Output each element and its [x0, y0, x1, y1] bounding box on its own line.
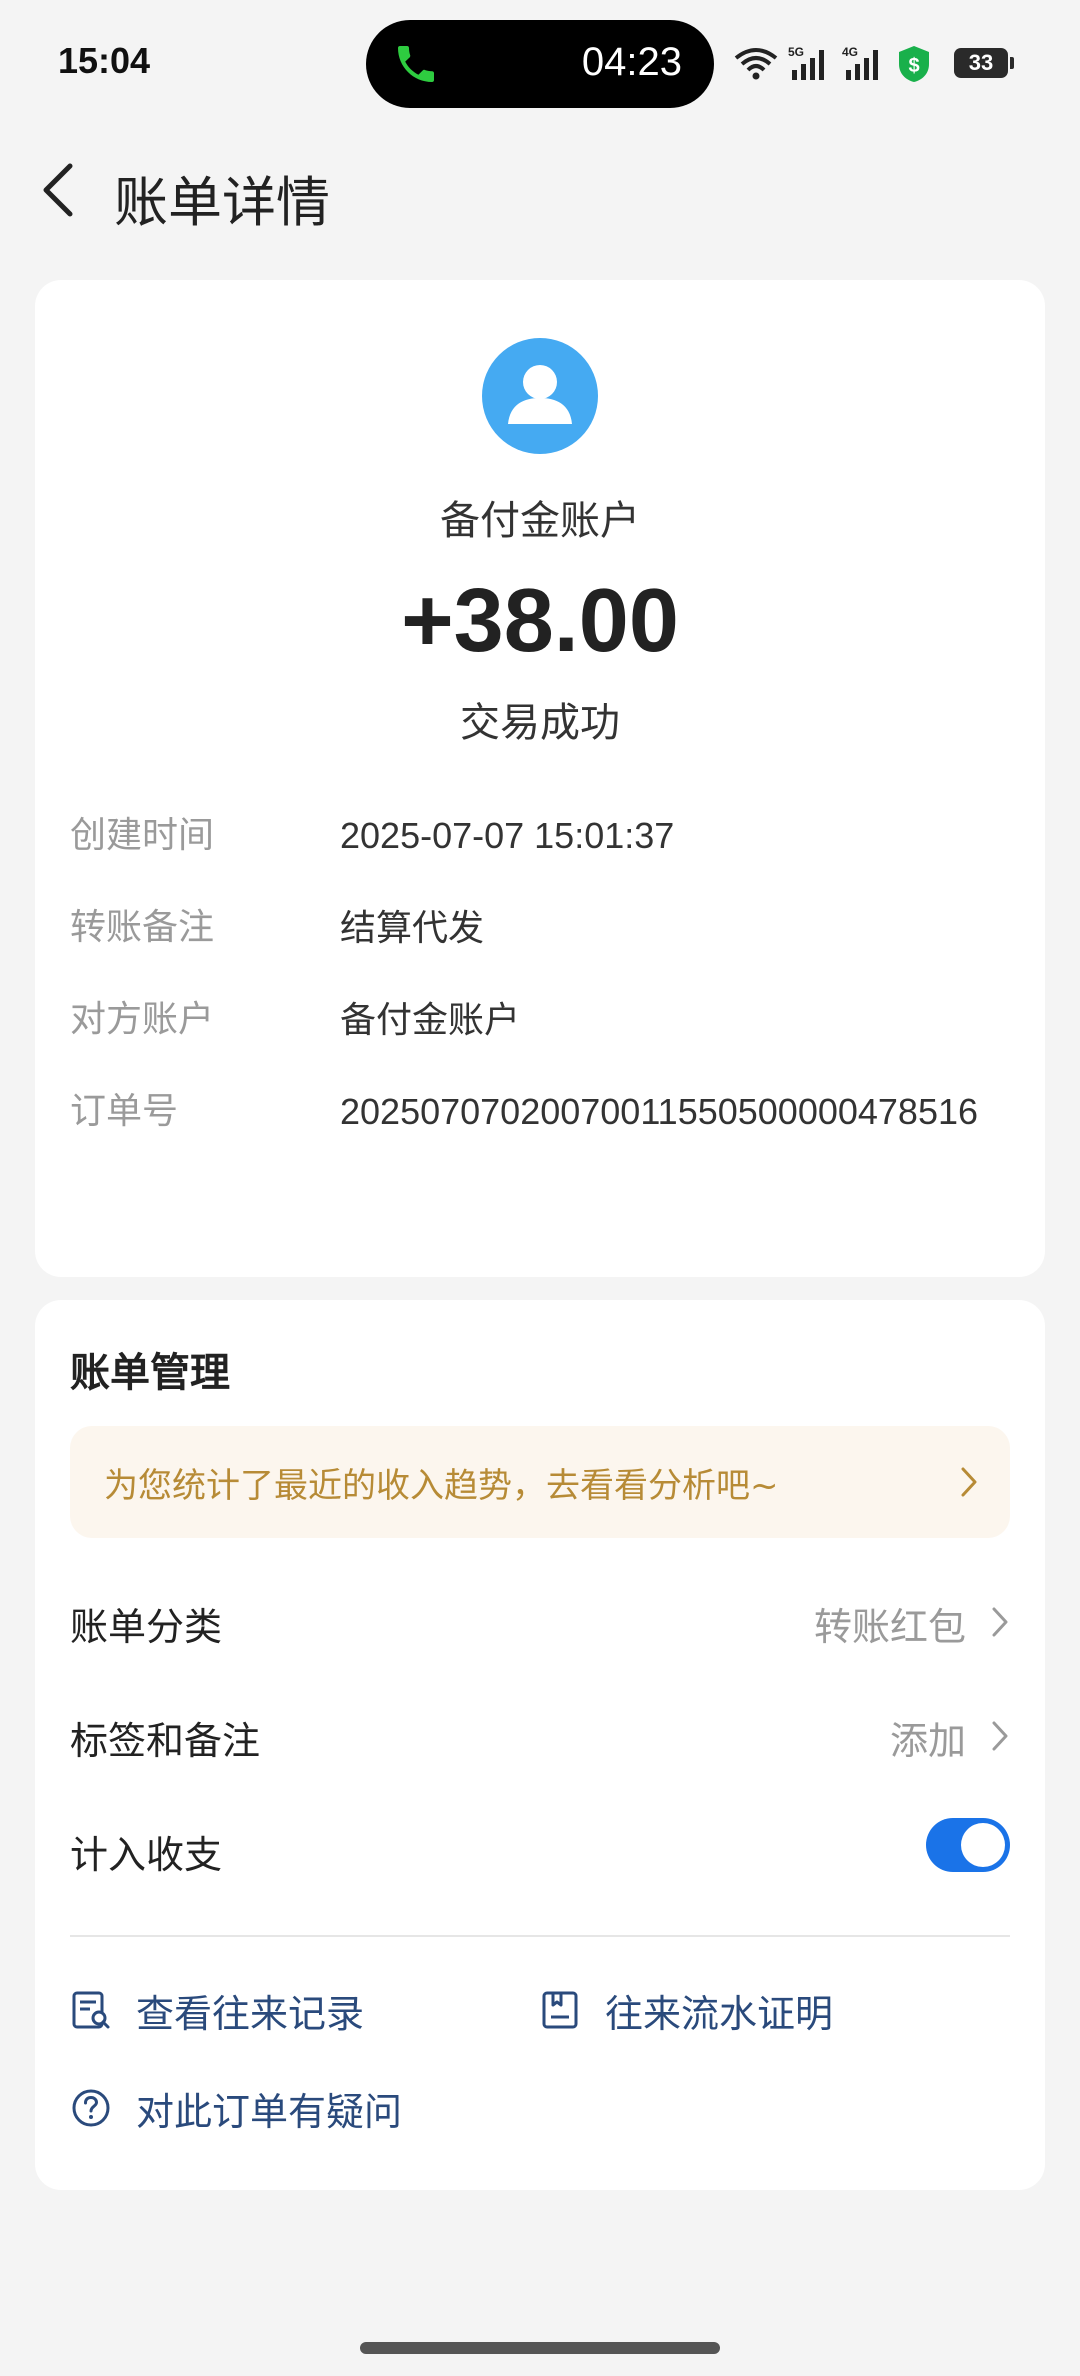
income-trend-banner[interactable]: 为您统计了最近的收入趋势，去看看分析吧~	[70, 1426, 1010, 1538]
svg-text:5G: 5G	[788, 45, 804, 59]
phone-icon	[398, 46, 434, 82]
bill-category-row[interactable]: 账单分类 转账红包	[70, 1588, 1010, 1658]
count-in-balance-label: 计入收支	[70, 1833, 223, 1877]
transaction-proof-link[interactable]: 往来流水证明	[539, 1980, 833, 2040]
bill-category-label: 账单分类	[70, 1605, 223, 1649]
svg-text:$: $	[908, 55, 919, 77]
status-time: 15:04	[58, 40, 151, 81]
battery-indicator: 33	[954, 48, 1014, 78]
detail-value: 备付金账户	[340, 999, 521, 1040]
account-name: 备付金账户	[440, 498, 640, 544]
call-indicator-pill[interactable]: 04:23	[366, 20, 714, 108]
chevron-right-icon	[992, 1607, 1008, 1637]
call-duration: 04:23	[581, 40, 682, 84]
order-question-label: 对此订单有疑问	[136, 2089, 403, 2134]
chevron-right-icon	[992, 1721, 1008, 1751]
order-question-link[interactable]: 对此订单有疑问	[70, 2078, 402, 2138]
view-records-link[interactable]: 查看往来记录	[70, 1980, 364, 2040]
tags-notes-label: 标签和备注	[70, 1719, 261, 1763]
status-icons: 5G 4G $	[734, 40, 932, 88]
transaction-status: 交易成功	[460, 700, 620, 746]
detail-label: 创建时间	[70, 815, 215, 856]
transaction-card: 备付金账户 +38.00 交易成功 创建时间 2025-07-07 15:01:…	[35, 280, 1045, 1277]
order-number-value[interactable]: 20250707020070011550500000478516	[340, 1084, 1080, 1140]
wifi-icon	[734, 48, 778, 80]
detail-value: 2025-07-07 15:01:37	[340, 815, 675, 856]
chevron-right-icon	[961, 1467, 977, 1497]
tags-notes-value: 添加	[889, 1719, 966, 1763]
section-title: 账单管理	[70, 1350, 230, 1396]
detail-label: 订单号	[70, 1091, 179, 1132]
detail-label: 对方账户	[70, 999, 215, 1040]
count-in-balance-toggle[interactable]	[926, 1818, 1010, 1872]
bill-category-value: 转账红包	[813, 1605, 966, 1649]
view-records-label: 查看往来记录	[136, 1991, 365, 2036]
transaction-amount: +38.00	[401, 571, 679, 671]
tags-notes-row[interactable]: 标签和备注 添加	[70, 1702, 1010, 1772]
divider	[70, 1935, 1010, 1937]
signal-5g-icon: 5G	[788, 45, 824, 80]
detail-value: 结算代发	[340, 907, 485, 948]
security-shield-icon: $	[899, 46, 929, 82]
bill-management-card: 账单管理 为您统计了最近的收入趋势，去看看分析吧~ 账单分类 转账红包 标签和备…	[35, 1300, 1045, 2190]
detail-label: 转账备注	[70, 907, 215, 948]
back-arrow-icon[interactable]	[34, 160, 86, 220]
count-in-balance-row: 计入收支	[70, 1816, 1010, 1886]
svg-text:4G: 4G	[842, 45, 858, 59]
signal-4g-icon: 4G	[842, 45, 878, 80]
question-circle-icon	[72, 2089, 110, 2127]
avatar-icon	[482, 338, 598, 454]
banner-text: 为您统计了最近的收入趋势，去看看分析吧~	[104, 1466, 779, 1506]
page-title: 账单详情	[114, 171, 330, 234]
home-indicator[interactable]	[360, 2342, 720, 2354]
user-silhouette-icon	[508, 365, 572, 424]
records-search-icon	[72, 1991, 110, 2029]
transaction-proof-label: 往来流水证明	[605, 1991, 834, 2036]
toggle-knob	[961, 1823, 1005, 1867]
header-bar: 账单详情	[0, 140, 1080, 240]
document-proof-icon	[542, 1991, 578, 2029]
status-bar: 15:04 04:23 5G 4G $ 33	[0, 0, 1080, 130]
